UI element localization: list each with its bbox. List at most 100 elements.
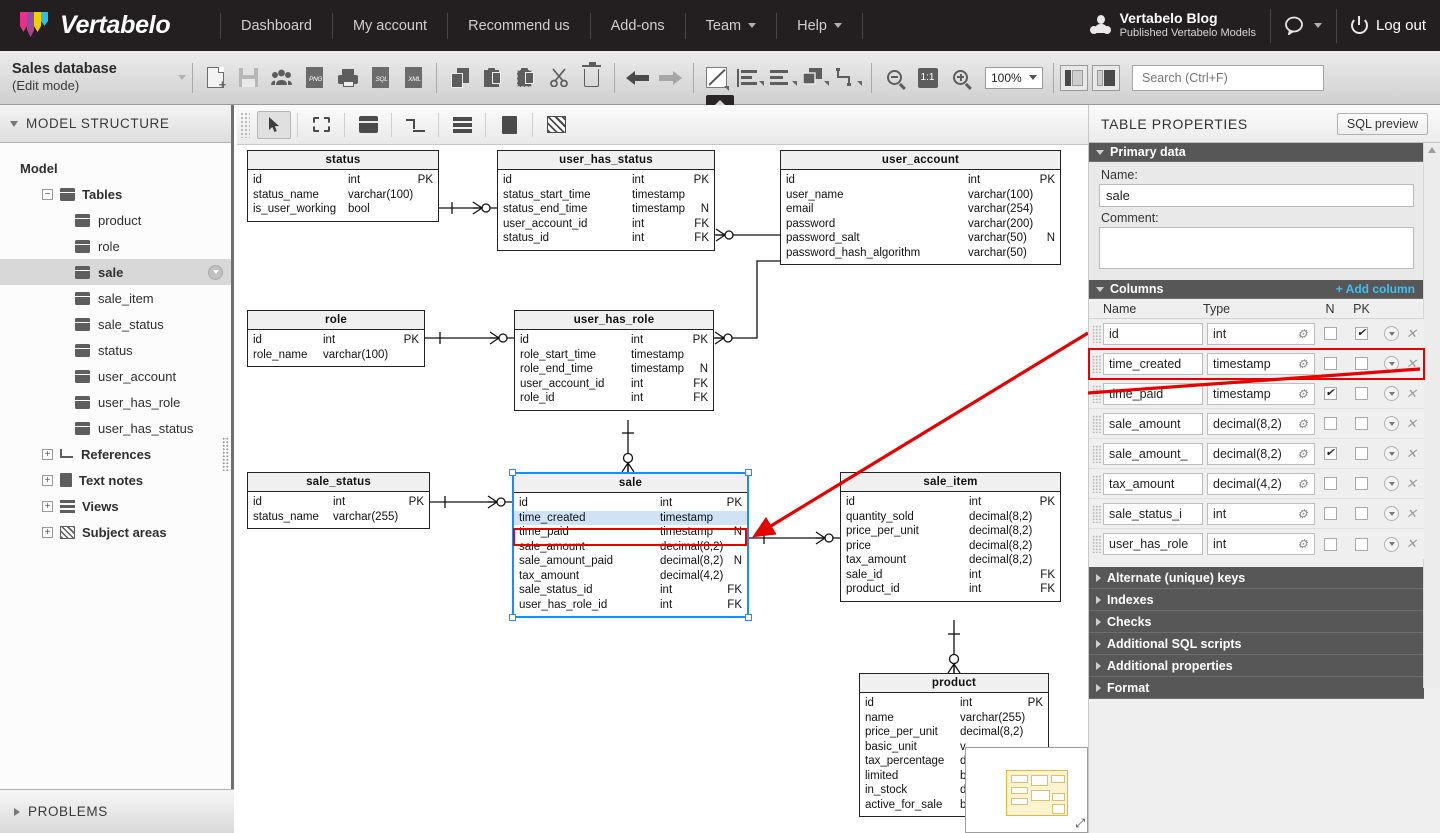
column-menu-icon[interactable]: [1384, 536, 1399, 552]
paste-button[interactable]: [476, 61, 509, 95]
model-structure-header[interactable]: MODEL STRUCTURE: [0, 105, 231, 143]
selection-handle-top-left[interactable]: [509, 469, 516, 476]
row-drag-handle[interactable]: [1092, 384, 1101, 403]
pk-checkbox[interactable]: [1355, 387, 1368, 400]
er-table-user-has-status[interactable]: user_has_status id int PK status_start_tim…: [497, 150, 715, 251]
pk-checkbox[interactable]: [1355, 537, 1368, 551]
logout-button[interactable]: Log out: [1337, 16, 1426, 34]
section-alternate-keys-header[interactable]: Alternate (unique) keys: [1089, 567, 1424, 589]
section-columns-header[interactable]: Columns + Add column: [1089, 280, 1424, 299]
column-nullable-cell[interactable]: [1315, 447, 1345, 460]
tree-group-views[interactable]: + Views: [0, 493, 231, 519]
er-table-role[interactable]: role id int PK role_name varchar(100): [247, 310, 425, 367]
export-sql-button[interactable]: SQL: [364, 61, 397, 95]
nav-item-add-ons[interactable]: Add-ons: [591, 12, 686, 39]
expand-toggle-icon[interactable]: +: [42, 500, 53, 512]
vertabelo-logo[interactable]: Vertabelo: [0, 10, 200, 42]
column-name-field[interactable]: [1103, 442, 1203, 465]
tree-item-role[interactable]: role: [0, 233, 231, 259]
column-row-time-created[interactable]: ⚙ ✕: [1088, 348, 1425, 380]
column-nullable-cell[interactable]: [1315, 537, 1345, 551]
table-name-input[interactable]: [1099, 184, 1414, 207]
expand-toggle-icon[interactable]: +: [42, 526, 53, 538]
column-name-field[interactable]: [1103, 472, 1203, 495]
reroute-button[interactable]: [832, 61, 865, 95]
add-reference-tool-button[interactable]: [398, 111, 432, 139]
tree-item-sale-item[interactable]: sale_item: [0, 285, 231, 311]
add-subject-area-tool-button[interactable]: [539, 111, 573, 139]
line-style-button[interactable]: [700, 61, 733, 95]
toggle-left-panel-button[interactable]: [1060, 64, 1088, 91]
row-drag-handle[interactable]: [1092, 504, 1101, 523]
column-nullable-cell[interactable]: [1315, 357, 1345, 370]
tree-group-text-notes[interactable]: + Text notes: [0, 467, 231, 493]
nav-item-dashboard[interactable]: Dashboard: [220, 12, 333, 39]
export-png-button[interactable]: PNG: [298, 61, 331, 95]
pk-checkbox[interactable]: [1355, 327, 1368, 340]
column-type-field[interactable]: ⚙: [1207, 322, 1315, 345]
distribute-button[interactable]: [766, 61, 799, 95]
column-menu-icon[interactable]: [1384, 416, 1399, 431]
remove-column-icon[interactable]: ✕: [1406, 326, 1417, 342]
delete-button[interactable]: [575, 61, 608, 95]
align-button[interactable]: [733, 61, 766, 95]
section-checks-header[interactable]: Checks: [1089, 611, 1424, 633]
add-column-button[interactable]: + Add column: [1336, 282, 1424, 296]
tree-group-tables[interactable]: − Tables: [0, 181, 231, 207]
column-row-id[interactable]: ⚙ ✕: [1089, 319, 1424, 349]
zoom-in-button[interactable]: [944, 61, 977, 95]
nav-item-team[interactable]: Team: [686, 12, 778, 39]
tree-item-sale[interactable]: sale: [0, 259, 231, 285]
column-menu-icon[interactable]: [1384, 356, 1399, 371]
row-drag-handle[interactable]: [1092, 414, 1101, 433]
zoom-out-button[interactable]: [878, 61, 911, 95]
remove-column-icon[interactable]: ✕: [1406, 416, 1417, 432]
column-pk-cell[interactable]: [1345, 357, 1378, 370]
column-type-field[interactable]: ⚙: [1207, 472, 1315, 495]
row-drag-handle[interactable]: [1092, 324, 1101, 343]
row-drag-handle[interactable]: [1092, 535, 1101, 553]
row-drag-handle[interactable]: [1092, 444, 1101, 463]
column-pk-cell[interactable]: [1345, 477, 1378, 490]
remove-column-icon[interactable]: ✕: [1406, 476, 1417, 492]
minimap-viewport[interactable]: [1006, 770, 1068, 816]
column-menu-icon[interactable]: [1384, 326, 1399, 341]
nullable-checkbox[interactable]: [1323, 507, 1337, 520]
column-type-field[interactable]: ⚙: [1207, 412, 1315, 435]
column-pk-cell[interactable]: [1345, 327, 1378, 340]
column-menu-icon[interactable]: [1384, 446, 1399, 461]
column-menu-icon[interactable]: [1384, 386, 1399, 401]
expand-toggle-icon[interactable]: +: [42, 448, 53, 460]
toggle-right-panel-button[interactable]: [1092, 64, 1120, 91]
select-tool-button[interactable]: [257, 110, 291, 139]
add-view-tool-button[interactable]: [445, 111, 479, 139]
column-name-input[interactable]: [1103, 502, 1203, 525]
problems-panel-header[interactable]: PROBLEMS: [0, 789, 234, 833]
nullable-checkbox[interactable]: [1323, 357, 1337, 370]
tree-item-user-has-role[interactable]: user_has_role: [0, 389, 231, 415]
column-name-field[interactable]: [1103, 352, 1203, 375]
tree-item-sale-status[interactable]: sale_status: [0, 311, 231, 337]
section-primary-data-header[interactable]: Primary data: [1089, 143, 1424, 162]
er-table-user-account[interactable]: user_account id int PK user_name varchar(10…: [780, 150, 1061, 265]
section-additional-sql-header[interactable]: Additional SQL scripts: [1089, 633, 1424, 655]
er-table-status[interactable]: status id int PK status_name varchar(100) i…: [247, 150, 439, 222]
search-field[interactable]: [1132, 64, 1324, 91]
column-name-field[interactable]: [1103, 322, 1203, 345]
column-type-field[interactable]: ⚙: [1207, 502, 1315, 525]
column-pk-cell[interactable]: [1345, 507, 1378, 520]
column-name-input[interactable]: [1103, 533, 1203, 555]
nav-item-help[interactable]: Help: [777, 12, 863, 39]
column-name-input[interactable]: [1103, 322, 1203, 345]
column-row-tax-amount[interactable]: ⚙ ✕: [1089, 469, 1424, 499]
pk-checkbox[interactable]: [1355, 477, 1368, 490]
tree-item-product[interactable]: product: [0, 207, 231, 233]
column-pk-cell[interactable]: [1345, 387, 1378, 400]
tree-item-status[interactable]: status: [0, 337, 231, 363]
gear-icon[interactable]: ⚙: [1297, 387, 1311, 401]
column-nullable-cell[interactable]: [1315, 387, 1345, 400]
column-row-sale-amount-paid[interactable]: ⚙ ✕: [1089, 439, 1424, 469]
gear-icon[interactable]: ⚙: [1297, 327, 1311, 341]
collapse-toggle-icon[interactable]: −: [42, 188, 53, 200]
add-table-tool-button[interactable]: [351, 111, 385, 139]
